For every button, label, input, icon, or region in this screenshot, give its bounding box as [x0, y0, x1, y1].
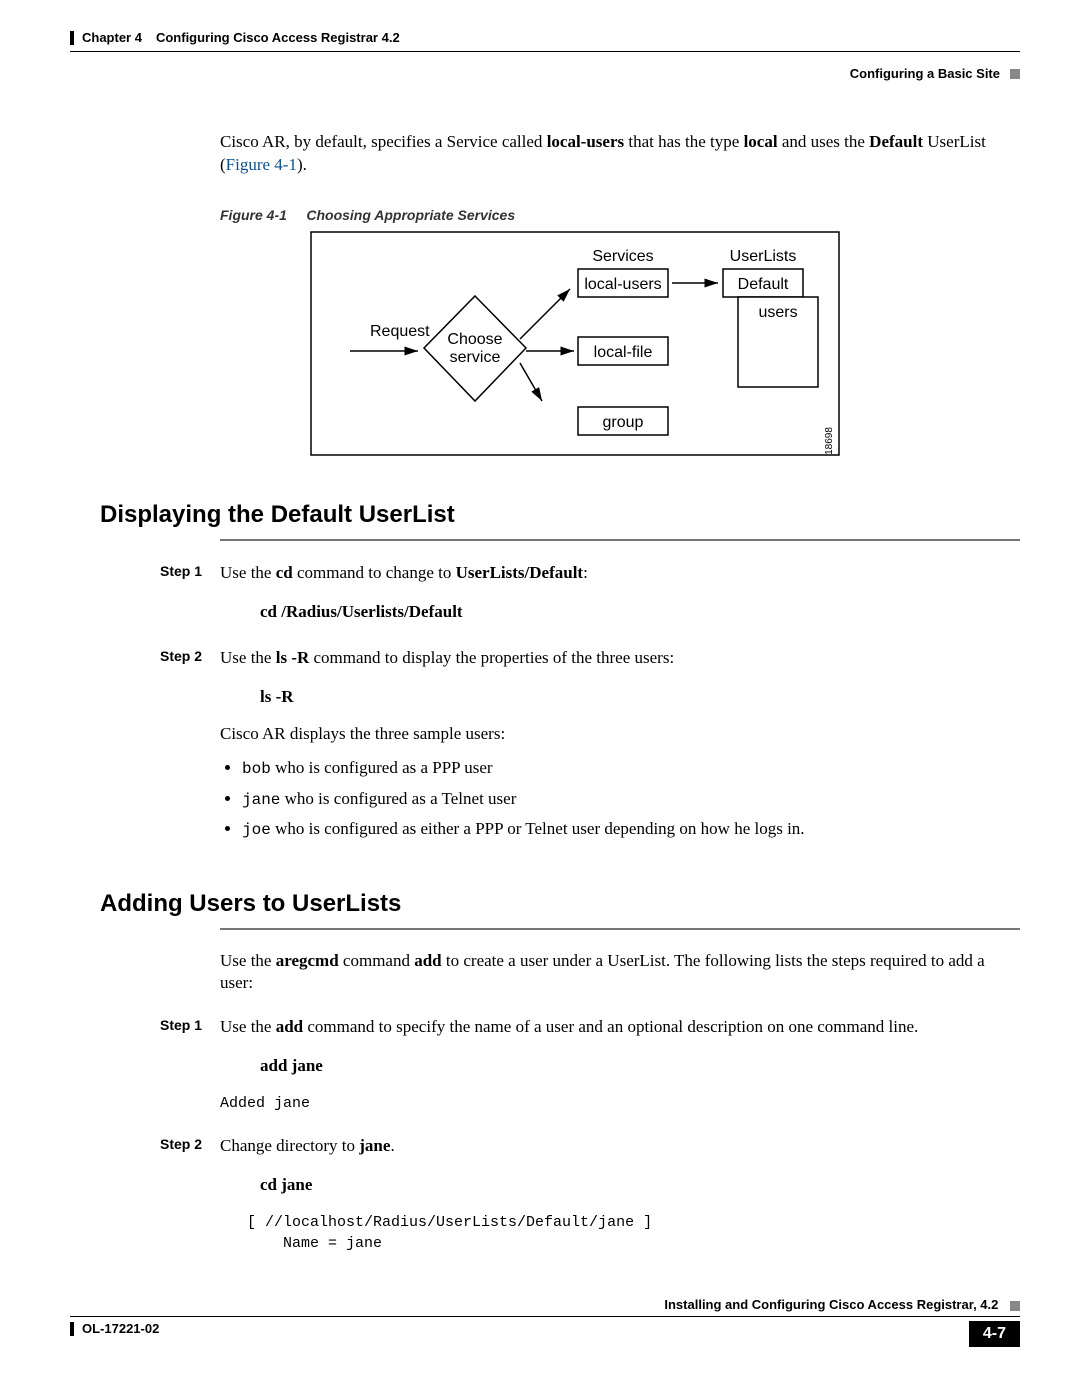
diagram-group-label: group	[603, 414, 644, 431]
footer-right: Installing and Configuring Cisco Access …	[70, 1297, 1020, 1312]
command-block: cd jane	[260, 1173, 1020, 1198]
bold-term: cd	[276, 563, 293, 582]
section1-step1: Step 1 Use the cd command to change to U…	[70, 561, 1020, 638]
text: Use the	[220, 1017, 276, 1036]
page-number: 4-7	[969, 1321, 1020, 1347]
text: command	[339, 951, 415, 970]
list-item: bob who is configured as a PPP user	[242, 756, 1020, 780]
command-block: add jane	[260, 1054, 1020, 1079]
text: Use the	[220, 563, 276, 582]
page-footer: OL-17221-02 4-7	[70, 1321, 1020, 1347]
bold-term: add	[414, 951, 441, 970]
step-body: Use the ls -R command to display the pro…	[220, 646, 1020, 849]
content-body: Cisco AR, by default, specifies a Servic…	[70, 131, 1020, 461]
section-title: Configuring a Basic Site	[850, 66, 1000, 81]
section2-intro-wrap: Use the aregcmd command add to create a …	[70, 950, 1020, 996]
bold-term: add	[276, 1017, 303, 1036]
section1-step2: Step 2 Use the ls -R command to display …	[70, 646, 1020, 849]
chapter-label: Chapter 4	[82, 30, 142, 45]
text: command to change to	[293, 563, 456, 582]
footer-bar-icon	[70, 1322, 74, 1336]
command-block: ls -R	[260, 685, 1020, 710]
header-right: Configuring a Basic Site	[850, 66, 1020, 81]
section2-step2: Step 2 Change directory to jane. cd jane…	[70, 1134, 1020, 1267]
diagram-default-label: Default	[738, 276, 789, 293]
footer-square-icon	[1010, 1301, 1020, 1311]
step-label: Step 2	[160, 1134, 220, 1267]
text: Cisco AR, by default, specifies a Servic…	[220, 132, 547, 151]
text: :	[583, 563, 588, 582]
text: and uses the	[778, 132, 870, 151]
intro-paragraph: Cisco AR, by default, specifies a Servic…	[220, 131, 1020, 177]
command-block: cd /Radius/Userlists/Default	[260, 600, 1020, 625]
figure-caption: Figure 4-1 Choosing Appropriate Services	[220, 207, 1020, 223]
bold-term: jane	[359, 1136, 390, 1155]
section2-rule	[220, 928, 1020, 930]
header-square-icon	[1010, 69, 1020, 79]
bold-term: aregcmd	[276, 951, 339, 970]
diagram-userlists-label: UserLists	[730, 248, 797, 265]
sample-users-list: bob who is configured as a PPP user jane…	[242, 756, 1020, 841]
header-left: Chapter 4 Configuring Cisco Access Regis…	[70, 30, 400, 45]
text: who is configured as either a PPP or Tel…	[271, 819, 805, 838]
footer-rule	[70, 1316, 1020, 1317]
step-label: Step 1	[160, 561, 220, 638]
bold-term: ls -R	[276, 648, 310, 667]
step-label: Step 1	[160, 1015, 220, 1126]
text: Use the	[220, 648, 276, 667]
text: .	[390, 1136, 394, 1155]
text: ).	[297, 155, 307, 174]
figure-title: Choosing Appropriate Services	[306, 207, 515, 223]
step-body: Use the cd command to change to UserList…	[220, 561, 1020, 638]
figure-reference-link[interactable]: Figure 4-1	[226, 155, 297, 174]
diagram-choose-label-1: Choose	[447, 331, 502, 348]
username-code: bob	[242, 760, 271, 778]
diagram-users-label: users	[758, 304, 797, 321]
text: command to specify the name of a user an…	[303, 1017, 918, 1036]
doc-id: OL-17221-02	[82, 1321, 159, 1336]
diagram-local-users-label: local-users	[584, 276, 661, 293]
page: Chapter 4 Configuring Cisco Access Regis…	[0, 0, 1080, 1377]
figure-svg-wrap: Request Choose service Services local-us…	[310, 231, 840, 461]
username-code: jane	[242, 791, 280, 809]
diagram-svg: Request Choose service Services local-us…	[310, 231, 840, 456]
bold-term: local-users	[547, 132, 624, 151]
header-bar-icon	[70, 31, 74, 45]
section2-step1: Step 1 Use the add command to specify th…	[70, 1015, 1020, 1126]
output-block: Added jane	[220, 1093, 1020, 1115]
chapter-title: Configuring Cisco Access Registrar 4.2	[156, 30, 400, 45]
page-header: Chapter 4 Configuring Cisco Access Regis…	[70, 30, 1020, 45]
bold-term: local	[744, 132, 778, 151]
text: Use the	[220, 951, 276, 970]
step-body: Change directory to jane. cd jane [ //lo…	[220, 1134, 1020, 1267]
diagram-services-label: Services	[592, 248, 653, 265]
diagram-request-label: Request	[370, 323, 430, 340]
page-number-wrap: 4-7	[969, 1321, 1020, 1347]
step-label: Step 2	[160, 646, 220, 849]
text: Change directory to	[220, 1136, 359, 1155]
bold-term: UserLists/Default	[456, 563, 583, 582]
display-intro: Cisco AR displays the three sample users…	[220, 723, 1020, 746]
step-body: Use the add command to specify the name …	[220, 1015, 1020, 1126]
username-code: joe	[242, 821, 271, 839]
bold-term: Default	[869, 132, 923, 151]
list-item: jane who is configured as a Telnet user	[242, 787, 1020, 811]
diagram-choose-label-2: service	[450, 349, 501, 366]
figure-container: Request Choose service Services local-us…	[310, 231, 1020, 461]
section1-heading: Displaying the Default UserList	[100, 501, 1020, 529]
output-block: [ //localhost/Radius/UserLists/Default/j…	[220, 1212, 1020, 1256]
text: that has the type	[624, 132, 743, 151]
diagram-id-label: 18698	[824, 427, 835, 455]
footer-left: OL-17221-02	[70, 1321, 159, 1336]
text: who is configured as a Telnet user	[280, 789, 516, 808]
section1-rule	[220, 539, 1020, 541]
section2-heading: Adding Users to UserLists	[100, 890, 1020, 918]
text: command to display the properties of the…	[309, 648, 674, 667]
figure-label: Figure 4-1	[220, 207, 287, 223]
list-item: joe who is configured as either a PPP or…	[242, 817, 1020, 841]
section2-intro: Use the aregcmd command add to create a …	[220, 950, 1020, 996]
diagram-local-file-label: local-file	[594, 344, 653, 361]
text: who is configured as a PPP user	[271, 758, 493, 777]
book-title: Installing and Configuring Cisco Access …	[664, 1297, 998, 1312]
